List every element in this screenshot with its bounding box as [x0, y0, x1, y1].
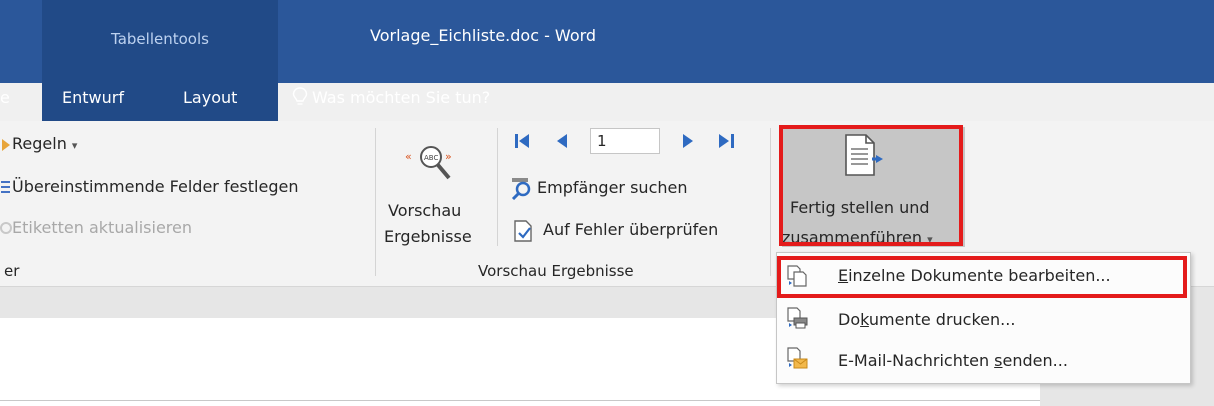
tab-entwurf[interactable]: Entwurf [62, 88, 124, 107]
find-recipient-icon [511, 178, 531, 200]
rules-button[interactable]: Regeln ▾ [12, 134, 77, 153]
next-record-icon[interactable] [678, 131, 698, 151]
rules-icon [2, 139, 10, 151]
tell-me-search[interactable]: Was möchten Sie tun? [312, 88, 490, 107]
preview-line2[interactable]: Ergebnisse [384, 227, 472, 246]
match-fields-icon [1, 181, 10, 193]
chevron-down-icon: ▾ [71, 139, 78, 152]
record-number-input[interactable]: 1 [590, 128, 660, 154]
send-email-icon [787, 347, 808, 369]
tab-layout[interactable]: Layout [183, 88, 237, 107]
svg-text:ABC: ABC [424, 154, 438, 162]
rules-label: Regeln [12, 134, 67, 153]
preview-results-icon: « ABC » [405, 146, 452, 180]
lightbulb-icon[interactable] [292, 85, 308, 109]
print-documents-icon [787, 307, 808, 329]
check-errors-button[interactable]: Auf Fehler überprüfen [543, 220, 718, 239]
table-border-line [0, 400, 1040, 401]
find-recipient-button[interactable]: Empfänger suchen [537, 178, 688, 197]
svg-text:«: « [405, 150, 412, 163]
print-documents-label: Dokumente drucken... [838, 310, 1016, 329]
first-record-icon[interactable] [512, 131, 532, 151]
highlight-frame [779, 125, 963, 246]
previous-record-icon[interactable] [552, 131, 572, 151]
last-record-icon[interactable] [716, 131, 738, 151]
tab-previous-fragment[interactable]: e [0, 88, 10, 107]
svg-text:»: » [445, 150, 452, 163]
update-labels-icon [0, 222, 12, 234]
highlight-frame [777, 256, 1187, 298]
match-fields-button[interactable]: Übereinstimmende Felder festlegen [12, 177, 298, 196]
check-errors-icon [514, 220, 532, 242]
group-divider [770, 128, 771, 276]
preview-results-group-label: Vorschau Ergebnisse [478, 262, 634, 280]
update-labels-button[interactable]: Etiketten aktualisieren [12, 218, 192, 237]
group-divider [375, 128, 376, 276]
table-tools-label: Tabellentools [111, 30, 209, 48]
send-email-label: E-Mail-Nachrichten senden... [838, 351, 1068, 370]
preview-line1[interactable]: Vorschau [388, 201, 461, 220]
window-title: Vorlage_Eichliste.doc - Word [370, 26, 597, 45]
button-divider [497, 128, 498, 246]
group-label-partial: er [4, 262, 20, 280]
